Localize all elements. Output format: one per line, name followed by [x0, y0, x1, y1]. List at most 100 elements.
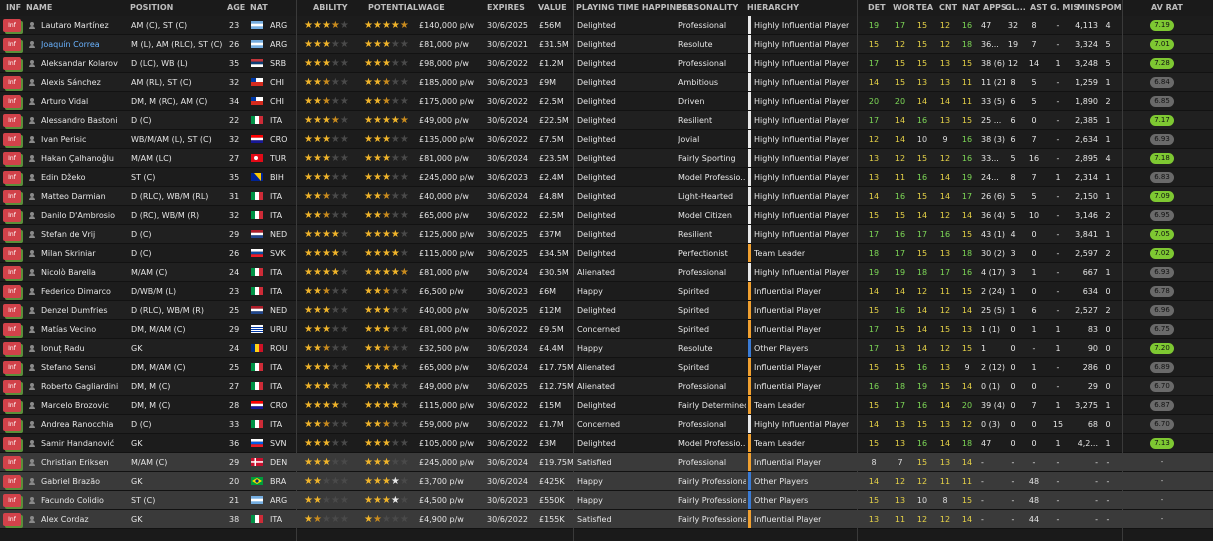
injury-badge[interactable]: Inf [3, 152, 21, 165]
table-row[interactable]: Inf Christian Eriksen M/AM (C) 29 DEN ★★… [0, 453, 1213, 472]
injury-badge[interactable]: Inf [3, 114, 21, 127]
col-potential[interactable]: POTENTIAL [368, 0, 418, 16]
table-row[interactable]: Inf Stefano Sensi DM, M/AM (C) 25 ITA ★★… [0, 358, 1213, 377]
table-row[interactable]: Inf Milan Skriniar D (C) 26 SVK ★★★★★ ★★… [0, 244, 1213, 263]
player-name[interactable]: Alex Cordaz [41, 510, 126, 528]
col-mins[interactable]: MINS [1077, 0, 1100, 16]
col-value[interactable]: VALUE [538, 0, 567, 16]
table-row[interactable]: Inf Aleksandar Kolarov D (LC), WB (L) 35… [0, 54, 1213, 73]
col-avrat[interactable]: AV RAT [1151, 0, 1183, 16]
player-name[interactable]: Joaquín Correa [41, 35, 126, 53]
table-row[interactable]: Inf Ivan Perisic WB/M/AM (L), ST (C) 32 … [0, 130, 1213, 149]
player-name[interactable]: Samir Handanović [41, 434, 126, 452]
injury-badge[interactable]: Inf [3, 437, 21, 450]
injury-badge[interactable]: Inf [3, 323, 21, 336]
injury-badge[interactable]: Inf [3, 133, 21, 146]
table-row[interactable]: Inf Samir Handanović GK 36 SVN ★★★★★ ★★★… [0, 434, 1213, 453]
injury-badge[interactable]: Inf [3, 209, 21, 222]
player-name[interactable]: Gabriel Brazão [41, 472, 126, 490]
table-row[interactable]: Inf Edin Džeko ST (C) 35 BIH ★★★★★ ★★★★★… [0, 168, 1213, 187]
injury-badge[interactable]: Inf [3, 266, 21, 279]
injury-badge[interactable]: Inf [3, 95, 21, 108]
table-row[interactable]: Inf Danilo D'Ambrosio D (RC), WB/M (R) 3… [0, 206, 1213, 225]
player-name[interactable]: Federico Dimarco [41, 282, 126, 300]
table-row[interactable]: Inf Ionuț Radu GK 24 ROU ★★★★★ ★★★★★ £32… [0, 339, 1213, 358]
col-inf[interactable]: INF [6, 0, 21, 16]
table-row[interactable]: Inf Federico Dimarco D/WB/M (L) 23 ITA ★… [0, 282, 1213, 301]
col-gmis[interactable]: G. MIS [1050, 0, 1079, 16]
player-name[interactable]: Aleksandar Kolarov [41, 54, 126, 72]
player-name[interactable]: Nicolò Barella [41, 263, 126, 281]
table-row[interactable]: Inf Facundo Colidio ST (C) 21 ARG ★★★★★ … [0, 491, 1213, 510]
player-name[interactable]: Matías Vecino [41, 320, 126, 338]
player-name[interactable]: Christian Eriksen [41, 453, 126, 471]
col-ability[interactable]: ABILITY [313, 0, 348, 16]
table-row[interactable]: Inf Matteo Darmian D (RLC), WB/M (RL) 31… [0, 187, 1213, 206]
injury-badge[interactable]: Inf [3, 38, 21, 51]
col-nat-attr[interactable]: NAT [962, 0, 980, 16]
col-apps[interactable]: APPS [983, 0, 1007, 16]
table-row[interactable]: Inf Hakan Çalhanoğlu M/AM (LC) 27 TUR ★★… [0, 149, 1213, 168]
injury-badge[interactable]: Inf [3, 380, 21, 393]
injury-badge[interactable]: Inf [3, 247, 21, 260]
table-row[interactable]: Inf Alexis Sánchez AM (RL), ST (C) 32 CH… [0, 73, 1213, 92]
player-name[interactable]: Andrea Ranocchia [41, 415, 126, 433]
injury-badge[interactable]: Inf [3, 513, 21, 526]
col-position[interactable]: POSITION [130, 0, 173, 16]
injury-badge[interactable]: Inf [3, 494, 21, 507]
table-row[interactable]: Inf Denzel Dumfries D (RLC), WB/M (R) 25… [0, 301, 1213, 320]
injury-badge[interactable]: Inf [3, 228, 21, 241]
player-name[interactable]: Danilo D'Ambrosio [41, 206, 126, 224]
col-det[interactable]: DET [868, 0, 886, 16]
injury-badge[interactable]: Inf [3, 19, 21, 32]
table-row[interactable]: Inf Marcelo Brozovic DM, M (C) 28 CRO ★★… [0, 396, 1213, 415]
injury-badge[interactable]: Inf [3, 475, 21, 488]
table-row[interactable]: Inf Roberto Gagliardini DM, M (C) 27 ITA… [0, 377, 1213, 396]
player-name[interactable]: Arturo Vidal [41, 92, 126, 110]
player-name[interactable]: Facundo Colidio [41, 491, 126, 509]
player-name[interactable]: Stefano Sensi [41, 358, 126, 376]
col-personality[interactable]: PERSONALITY [676, 0, 738, 16]
player-name[interactable]: Marcelo Brozovic [41, 396, 126, 414]
injury-badge[interactable]: Inf [3, 418, 21, 431]
col-nat[interactable]: NAT [250, 0, 268, 16]
col-ast[interactable]: AST [1030, 0, 1047, 16]
injury-badge[interactable]: Inf [3, 304, 21, 317]
player-name[interactable]: Stefan de Vrij [41, 225, 126, 243]
injury-badge[interactable]: Inf [3, 456, 21, 469]
injury-badge[interactable]: Inf [3, 361, 21, 374]
player-name[interactable]: Roberto Gagliardini [41, 377, 126, 395]
injury-badge[interactable]: Inf [3, 190, 21, 203]
table-row[interactable]: Inf Andrea Ranocchia D (C) 33 ITA ★★★★★ … [0, 415, 1213, 434]
player-name[interactable]: Denzel Dumfries [41, 301, 126, 319]
col-expires[interactable]: EXPIRES [487, 0, 525, 16]
col-hierarchy[interactable]: HIERARCHY [747, 0, 799, 16]
injury-badge[interactable]: Inf [3, 57, 21, 70]
col-pom[interactable]: POM [1101, 0, 1122, 16]
player-name[interactable]: Alexis Sánchez [41, 73, 126, 91]
table-row[interactable]: Inf Lautaro Martínez AM (C), ST (C) 23 A… [0, 16, 1213, 35]
player-name[interactable]: Ionuț Radu [41, 339, 126, 357]
player-name[interactable]: Matteo Darmian [41, 187, 126, 205]
table-row[interactable]: Inf Stefan de Vrij D (C) 29 NED ★★★★★ ★★… [0, 225, 1213, 244]
player-name[interactable]: Ivan Perisic [41, 130, 126, 148]
col-cnt[interactable]: CNT [939, 0, 957, 16]
col-name[interactable]: NAME [26, 0, 52, 16]
col-wage[interactable]: WAGE [418, 0, 445, 16]
table-row[interactable]: Inf Alessandro Bastoni D (C) 22 ITA ★★★★… [0, 111, 1213, 130]
injury-badge[interactable]: Inf [3, 76, 21, 89]
col-age[interactable]: AGE [227, 0, 245, 16]
player-name[interactable]: Alessandro Bastoni [41, 111, 126, 129]
col-wor[interactable]: WOR [893, 0, 915, 16]
col-tea[interactable]: TEA [916, 0, 933, 16]
player-name[interactable]: Hakan Çalhanoğlu [41, 149, 126, 167]
injury-badge[interactable]: Inf [3, 285, 21, 298]
player-name[interactable]: Lautaro Martínez [41, 16, 126, 34]
table-row[interactable]: Inf Nicolò Barella M/AM (C) 24 ITA ★★★★★… [0, 263, 1213, 282]
player-name[interactable]: Milan Skriniar [41, 244, 126, 262]
table-row[interactable]: Inf Arturo Vidal DM, M (RC), AM (C) 34 C… [0, 92, 1213, 111]
injury-badge[interactable]: Inf [3, 342, 21, 355]
col-goals[interactable]: GL... [1005, 0, 1026, 16]
player-name[interactable]: Edin Džeko [41, 168, 126, 186]
injury-badge[interactable]: Inf [3, 399, 21, 412]
